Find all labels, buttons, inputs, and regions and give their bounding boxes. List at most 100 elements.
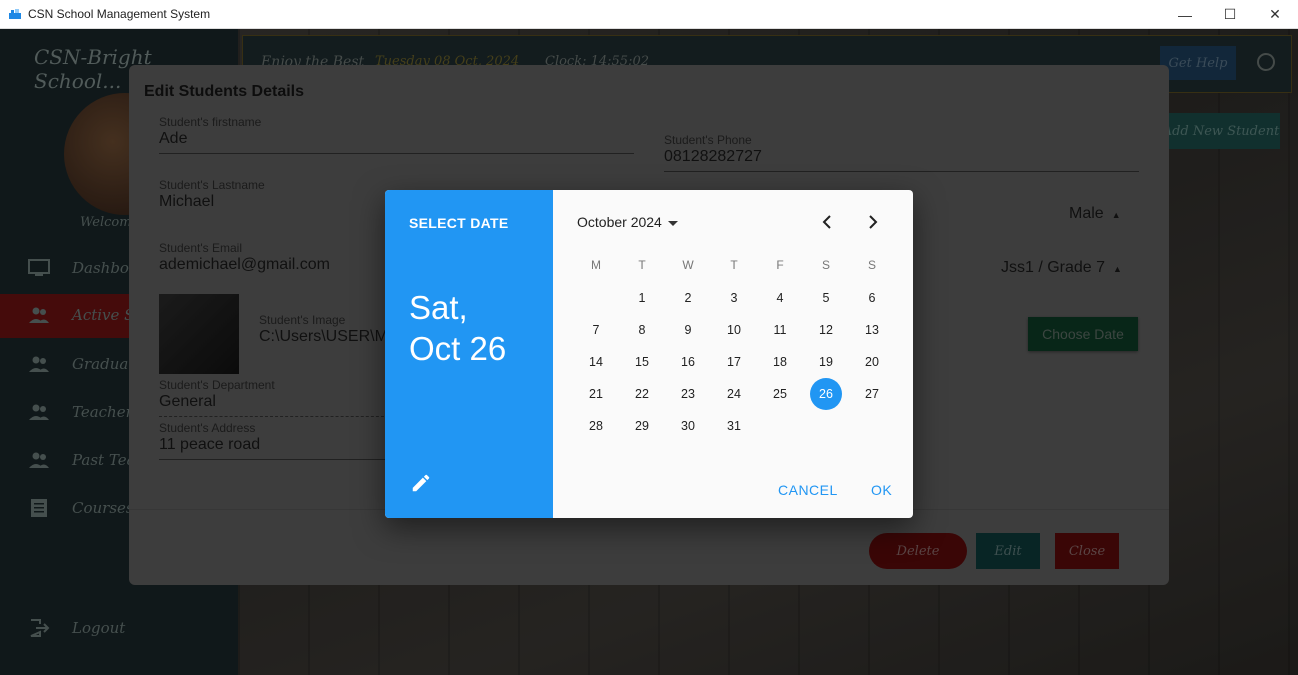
calendar-day[interactable]: 28 xyxy=(580,410,612,442)
calendar-day[interactable]: 14 xyxy=(580,346,612,378)
image-path-value[interactable]: C:\Users\USER\M xyxy=(259,328,389,346)
list-icon xyxy=(31,499,47,517)
next-month-icon[interactable] xyxy=(861,210,885,234)
cancel-button[interactable]: CANCEL xyxy=(778,482,838,498)
email-field[interactable]: Student's Email ademichael@gmail.com xyxy=(159,241,399,274)
gender-select[interactable]: Male ▲ xyxy=(1069,205,1121,223)
calendar-day[interactable]: 9 xyxy=(672,314,704,346)
calendar-day[interactable]: 24 xyxy=(718,378,750,410)
selected-weekday: Sat, xyxy=(409,289,468,326)
add-new-student-button[interactable]: Add New Student xyxy=(1162,113,1280,149)
calendar-day[interactable]: 27 xyxy=(856,378,888,410)
edit-button[interactable]: Edit xyxy=(976,533,1040,569)
department-field[interactable]: Student's Department General xyxy=(159,378,389,417)
maximize-button[interactable]: ☐ xyxy=(1207,0,1253,29)
calendar-day[interactable]: 17 xyxy=(718,346,750,378)
email-value[interactable]: ademichael@gmail.com xyxy=(159,256,399,274)
calendar-day[interactable]: 3 xyxy=(718,282,750,314)
calendar-day[interactable]: 19 xyxy=(810,346,842,378)
weekday-header: S xyxy=(821,258,830,272)
date-picker-header: SELECT DATE Sat, Oct 26 xyxy=(385,190,553,518)
calendar-day[interactable]: 1 xyxy=(626,282,658,314)
weekday-header: S xyxy=(867,258,876,272)
image-path-field[interactable]: Student's Image C:\Users\USER\M xyxy=(259,313,389,346)
calendar-day[interactable]: 12 xyxy=(810,314,842,346)
calendar-day[interactable]: 2 xyxy=(672,282,704,314)
calendar-day[interactable]: 7 xyxy=(580,314,612,346)
gender-value: Male xyxy=(1069,205,1104,222)
calendar-day[interactable]: 29 xyxy=(626,410,658,442)
dropdown-arrow-icon: ▲ xyxy=(1111,210,1121,220)
people-icon xyxy=(29,452,49,468)
sidebar-item-label: Courses xyxy=(72,499,134,517)
department-value[interactable]: General xyxy=(159,393,389,411)
calendar-day[interactable]: 25 xyxy=(764,378,796,410)
selected-month-day: Oct 26 xyxy=(409,330,507,367)
app-icon xyxy=(9,9,21,19)
get-help-button[interactable]: Get Help xyxy=(1160,46,1236,80)
pencil-icon[interactable] xyxy=(410,472,432,494)
weekday-header: F xyxy=(776,258,784,272)
calendar-day[interactable]: 6 xyxy=(856,282,888,314)
lastname-value[interactable]: Michael xyxy=(159,193,399,211)
people-icon xyxy=(29,404,49,420)
people-icon xyxy=(29,356,49,372)
firstname-value[interactable]: Ade xyxy=(159,130,634,148)
window-title: CSN School Management System xyxy=(28,7,211,21)
calendar-day[interactable]: 16 xyxy=(672,346,704,378)
calendar-day[interactable]: 13 xyxy=(856,314,888,346)
email-label: Student's Email xyxy=(159,241,242,255)
people-icon xyxy=(29,307,49,323)
student-image-thumbnail xyxy=(159,294,239,374)
calendar-day[interactable]: 15 xyxy=(626,346,658,378)
choose-date-button[interactable]: Choose Date xyxy=(1028,317,1138,351)
weekday-header: T xyxy=(638,258,646,272)
selected-date-display: Sat, Oct 26 xyxy=(409,287,539,369)
phone-field[interactable]: Student's Phone 08128282727 xyxy=(664,133,1139,172)
chevron-down-icon xyxy=(667,220,678,226)
month-year-selector[interactable]: October 2024 xyxy=(577,214,678,230)
calendar-day[interactable]: 20 xyxy=(856,346,888,378)
previous-month-icon[interactable] xyxy=(815,210,839,234)
calendar-day[interactable]: 21 xyxy=(580,378,612,410)
month-year-label: October 2024 xyxy=(577,214,662,230)
select-date-label: SELECT DATE xyxy=(409,215,509,231)
address-field[interactable]: Student's Address 11 peace road xyxy=(159,421,389,460)
lastname-field[interactable]: Student's Lastname Michael xyxy=(159,178,399,211)
window-close-button[interactable]: ✕ xyxy=(1252,0,1298,29)
calendar-day[interactable]: 11 xyxy=(764,314,796,346)
window-titlebar: CSN School Management System — ☐ ✕ xyxy=(0,0,1298,29)
delete-button[interactable]: Delete xyxy=(869,533,967,569)
calendar-day-selected[interactable]: 26 xyxy=(810,378,842,410)
address-label: Student's Address xyxy=(159,421,256,435)
calendar-panel: October 2024 CANCEL OK MTWTFSS1234567891… xyxy=(553,190,913,518)
monitor-icon xyxy=(28,259,50,276)
calendar-day[interactable]: 18 xyxy=(764,346,796,378)
lastname-label: Student's Lastname xyxy=(159,178,265,192)
weekday-header: W xyxy=(682,258,694,272)
ok-button[interactable]: OK xyxy=(871,482,892,498)
calendar-day[interactable]: 31 xyxy=(718,410,750,442)
dropdown-arrow-icon: ▲ xyxy=(1113,264,1122,274)
grade-select[interactable]: Jss1 / Grade 7 ▲ xyxy=(1001,259,1122,277)
calendar-day[interactable]: 5 xyxy=(810,282,842,314)
close-button[interactable]: Close xyxy=(1055,533,1119,569)
date-picker-dialog: SELECT DATE Sat, Oct 26 October 2024 CAN… xyxy=(385,190,913,518)
calendar-day[interactable]: 22 xyxy=(626,378,658,410)
logout-button[interactable]: Logout xyxy=(0,607,238,651)
calendar-day[interactable]: 8 xyxy=(626,314,658,346)
calendar-day[interactable]: 23 xyxy=(672,378,704,410)
calendar-day[interactable]: 30 xyxy=(672,410,704,442)
phone-label: Student's Phone xyxy=(664,133,752,147)
minimize-button[interactable]: — xyxy=(1162,0,1208,29)
address-value[interactable]: 11 peace road xyxy=(159,436,389,454)
weekday-header: T xyxy=(730,258,738,272)
calendar-day[interactable]: 10 xyxy=(718,314,750,346)
logout-label: Logout xyxy=(72,619,126,637)
calendar-day[interactable]: 4 xyxy=(764,282,796,314)
info-icon[interactable] xyxy=(1257,53,1275,71)
grade-value: Jss1 / Grade 7 xyxy=(1001,259,1106,276)
department-label: Student's Department xyxy=(159,378,275,392)
firstname-field[interactable]: Student's firstname Ade xyxy=(159,115,634,154)
phone-value[interactable]: 08128282727 xyxy=(664,148,1139,166)
